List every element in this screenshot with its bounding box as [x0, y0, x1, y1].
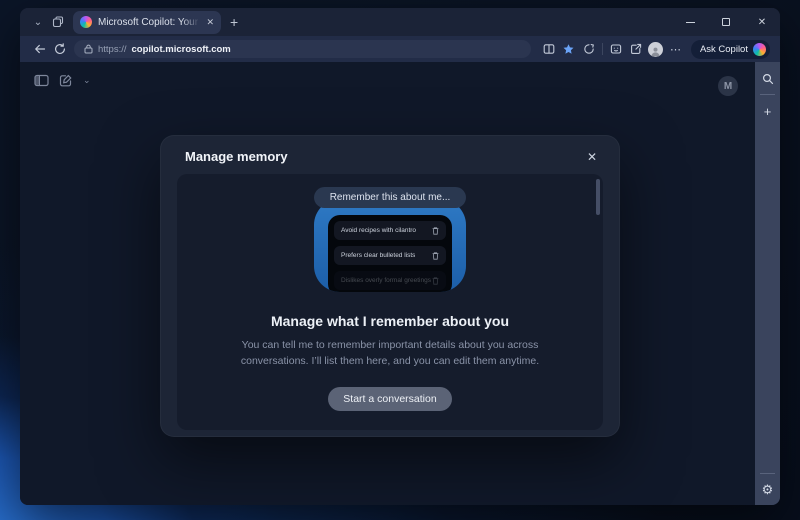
sidebar-toggle-icon[interactable]	[34, 74, 49, 87]
ask-copilot-label: Ask Copilot	[700, 44, 748, 55]
profile-button[interactable]	[646, 39, 666, 59]
close-icon: ✕	[758, 17, 766, 28]
memory-illustration: Avoid recipes with cilantro Prefers clea…	[314, 199, 466, 292]
trash-icon	[432, 227, 439, 235]
dialog-description: You can tell me to remember important de…	[224, 338, 556, 370]
tab-actions-menu-button[interactable]: ⌄	[28, 12, 48, 32]
browser-essentials-button[interactable]	[579, 39, 599, 59]
memory-text: Prefers clear bulleted lists	[341, 252, 415, 259]
dialog-title: Manage memory	[185, 149, 288, 164]
copilot-favicon	[80, 16, 92, 28]
rail-add-button[interactable]: +	[764, 104, 772, 119]
dialog-close-button[interactable]: ✕	[587, 150, 597, 164]
favorites-star-icon	[562, 43, 575, 56]
memory-text: Avoid recipes with cilantro	[341, 227, 416, 234]
memory-row: Dislikes overly formal greetings	[334, 271, 446, 290]
close-window-button[interactable]: ✕	[744, 8, 780, 36]
rail-divider	[760, 473, 775, 474]
web-capture-button[interactable]	[606, 39, 626, 59]
browser-tab[interactable]: Microsoft Copilot: Your AI compan ✕	[73, 11, 221, 34]
refresh-icon	[54, 43, 66, 55]
toolbar-divider	[602, 43, 603, 55]
url-scheme: https://	[98, 44, 127, 55]
share-button[interactable]	[626, 39, 646, 59]
dialog-heading: Manage what I remember about you	[177, 313, 603, 329]
chevron-down-icon[interactable]: ⌄	[83, 75, 91, 86]
browser-window: ⌄ Microsoft Copilot: Your AI compan ✕ + …	[20, 8, 780, 505]
search-icon[interactable]	[762, 73, 774, 85]
scrollbar-thumb[interactable]	[596, 179, 600, 215]
account-avatar[interactable]: M	[718, 76, 738, 96]
memory-row: Prefers clear bulleted lists	[334, 246, 446, 265]
address-bar[interactable]: https:// copilot.microsoft.com	[74, 40, 531, 58]
chevron-down-icon: ⌄	[34, 17, 42, 28]
gear-icon[interactable]: ⚙	[762, 483, 774, 496]
person-icon	[650, 46, 661, 57]
workspaces-button[interactable]	[48, 12, 68, 32]
workspaces-icon	[52, 16, 64, 28]
copilot-page-controls: ⌄	[34, 74, 91, 87]
tab-close-icon[interactable]: ✕	[206, 17, 214, 28]
copilot-logo-icon	[753, 43, 766, 56]
split-screen-icon	[543, 43, 555, 55]
back-arrow-icon	[34, 43, 46, 55]
split-screen-button[interactable]	[539, 39, 559, 59]
minimize-button[interactable]	[672, 8, 708, 36]
site-info-lock-icon	[84, 44, 93, 54]
trash-icon	[432, 277, 439, 285]
dialog-body-panel: Remember this about me... Avoid recipes …	[177, 174, 603, 430]
web-capture-icon	[610, 43, 622, 55]
minimize-icon	[686, 22, 695, 23]
window-controls: ✕	[672, 8, 780, 36]
edge-sidebar-rail: + ⚙	[755, 62, 780, 505]
share-icon	[630, 43, 642, 55]
memory-row: Avoid recipes with cilantro	[334, 221, 446, 240]
tab-strip: ⌄ Microsoft Copilot: Your AI compan ✕ + …	[20, 8, 780, 36]
new-chat-icon[interactable]	[59, 74, 73, 87]
browser-essentials-icon	[583, 43, 595, 55]
dialog-header: Manage memory ✕	[161, 136, 619, 174]
start-conversation-button[interactable]: Start a conversation	[328, 387, 451, 411]
refresh-button[interactable]	[50, 39, 70, 59]
memory-text: Dislikes overly formal greetings	[341, 277, 431, 284]
favorites-button[interactable]	[559, 39, 579, 59]
new-tab-button[interactable]: +	[230, 14, 238, 30]
settings-and-more-button[interactable]: ⋯	[666, 39, 686, 59]
browser-toolbar: https:// copilot.microsoft.com ⋯ Ask Copi…	[20, 36, 780, 62]
maximize-button[interactable]	[708, 8, 744, 36]
copilot-page: ⌄ M Manage memory ✕ Remember this about …	[20, 62, 755, 505]
manage-memory-dialog: Manage memory ✕ Remember this about me..…	[160, 135, 620, 437]
desktop-wallpaper: { "tab_strip": { "chevron_glyph": "⌄", "…	[0, 0, 800, 520]
ask-copilot-button[interactable]: Ask Copilot	[691, 40, 770, 59]
profile-avatar	[648, 42, 663, 57]
rail-divider	[760, 94, 775, 95]
memory-bubble: Remember this about me...	[314, 187, 467, 208]
back-button[interactable]	[30, 39, 50, 59]
tab-title: Microsoft Copilot: Your AI compan	[98, 17, 200, 28]
trash-icon	[432, 252, 439, 260]
browser-content: ⌄ M Manage memory ✕ Remember this about …	[20, 62, 780, 505]
memory-card: Avoid recipes with cilantro Prefers clea…	[328, 215, 452, 292]
url-host: copilot.microsoft.com	[132, 44, 231, 55]
maximize-icon	[722, 18, 730, 26]
